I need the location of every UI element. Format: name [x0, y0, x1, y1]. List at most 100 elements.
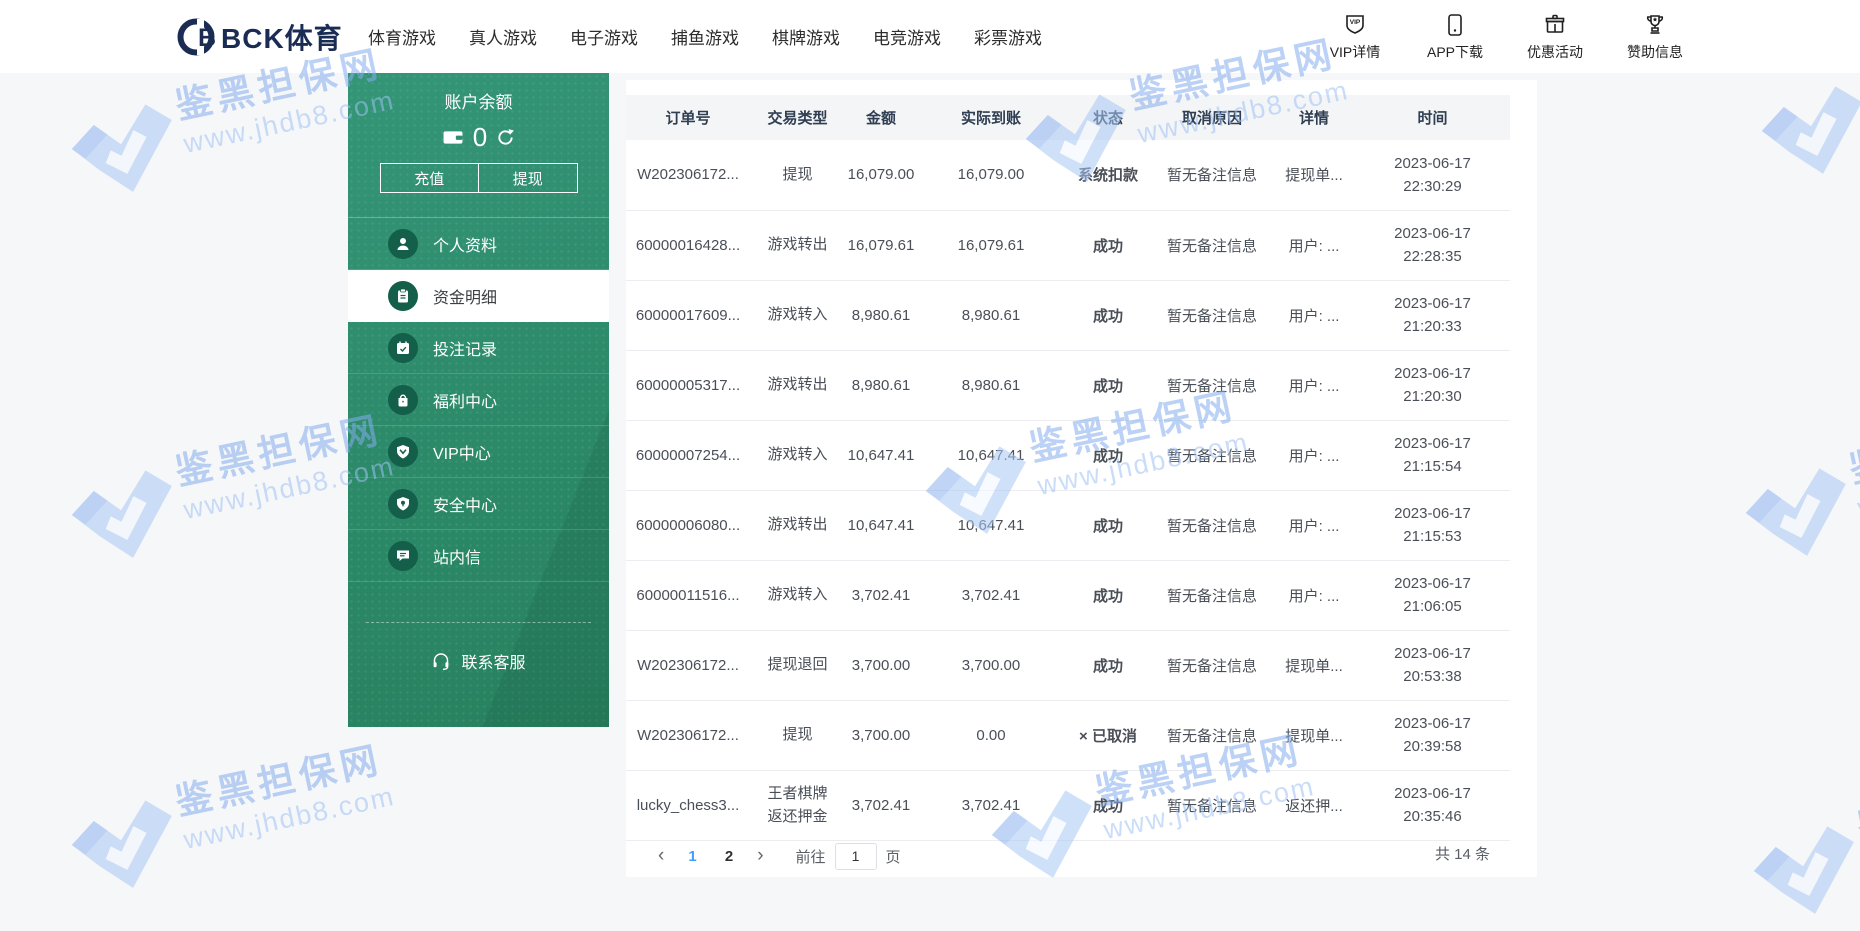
table-row: W202306172... 提现 16,079.00 16,079.00 系统扣… — [626, 140, 1510, 211]
sidebar-item-funds[interactable]: 资金明细 — [348, 270, 609, 322]
cell-amount: 3,700.00 — [845, 630, 917, 701]
sidebar-item-bets[interactable]: 投注记录 — [348, 322, 609, 374]
sidebar-item-vip[interactable]: VIP中心 — [348, 426, 609, 478]
page-button[interactable]: 1 — [676, 848, 708, 865]
cell-amount: 10,647.41 — [845, 420, 917, 491]
nav-item-chess[interactable]: 棋牌游戏 — [772, 24, 840, 49]
table-row: 60000006080... 游戏转出 10,647.41 10,647.41 … — [626, 490, 1510, 561]
cell-status: 成功 — [1065, 420, 1151, 491]
recharge-button[interactable]: 充值 — [381, 164, 479, 192]
table-row: 60000016428... 游戏转出 16,079.61 16,079.61 … — [626, 210, 1510, 281]
goto-page-input[interactable] — [834, 842, 877, 870]
cell-actual-amount: 8,980.61 — [917, 350, 1065, 421]
cell-order-no: 60000006080... — [626, 490, 750, 561]
table-row: 60000017609... 游戏转入 8,980.61 8,980.61 成功… — [626, 280, 1510, 351]
cell-cancel-reason: 暂无备注信息 — [1151, 770, 1273, 841]
contact-support-label: 联系客服 — [461, 655, 526, 672]
sidebar-item-welfare[interactable]: 福利中心 — [348, 374, 609, 426]
cell-actual-amount: 10,647.41 — [917, 490, 1065, 561]
withdraw-button[interactable]: 提现 — [478, 164, 577, 192]
cell-time: 2023-06-17 21:20:30 — [1355, 350, 1510, 421]
wallet-icon — [442, 129, 464, 146]
cell-time: 2023-06-17 20:35:46 — [1355, 770, 1510, 841]
cell-amount: 8,980.61 — [845, 350, 917, 421]
sidebar-item-security[interactable]: 安全中心 — [348, 478, 609, 530]
cell-amount: 16,079.61 — [845, 210, 917, 281]
cell-cancel-reason: 暂无备注信息 — [1151, 560, 1273, 631]
brand-logo[interactable]: B BCK体育 — [176, 0, 343, 73]
sidebar-item-profile[interactable]: 个人资料 — [348, 218, 609, 270]
column-header-amount: 金额 — [845, 95, 917, 140]
nav-item-lottery[interactable]: 彩票游戏 — [974, 24, 1042, 49]
quick-link-label: 优惠活动 — [1527, 44, 1583, 60]
cell-order-no: W202306172... — [626, 700, 750, 771]
cell-order-no: W202306172... — [626, 630, 750, 701]
cell-time: 2023-06-17 21:15:53 — [1355, 490, 1510, 561]
trophy-icon — [1618, 11, 1692, 39]
cell-status: 成功 — [1065, 630, 1151, 701]
cell-order-no: 60000005317... — [626, 350, 750, 421]
nav-item-sports[interactable]: 体育游戏 — [368, 24, 436, 49]
clipboard-icon — [388, 280, 418, 311]
table-body: W202306172... 提现 16,079.00 16,079.00 系统扣… — [626, 140, 1510, 841]
cell-transaction-type: 游戏转入 — [750, 560, 845, 631]
next-page-button[interactable]: › — [745, 845, 775, 867]
cell-actual-amount: 0.00 — [917, 700, 1065, 771]
cell-amount: 10,647.41 — [845, 490, 917, 561]
cell-transaction-type: 提现退回 — [750, 630, 845, 701]
cell-cancel-reason: 暂无备注信息 — [1151, 210, 1273, 281]
quick-link-app-download[interactable]: APP下载 — [1418, 11, 1492, 62]
person-icon — [388, 228, 418, 259]
cell-status: 成功 — [1065, 490, 1151, 561]
sidebar-item-messages[interactable]: 站内信 — [348, 530, 609, 582]
cell-status: 系统扣款 — [1065, 140, 1151, 211]
balance-title: 账户余额 — [444, 93, 513, 112]
cell-transaction-type: 游戏转出 — [750, 210, 845, 281]
cell-transaction-type: 游戏转入 — [750, 420, 845, 491]
quick-link-promotions[interactable]: 优惠活动 — [1518, 11, 1592, 62]
cell-time: 2023-06-17 21:06:05 — [1355, 560, 1510, 631]
cell-status: 成功 — [1065, 560, 1151, 631]
prev-page-button[interactable]: ‹ — [646, 845, 676, 867]
watermark: 鉴黑担保网www.jhdb8.com — [50, 728, 402, 905]
column-header-order: 订单号 — [626, 95, 750, 140]
cell-transaction-type: 游戏转入 — [750, 280, 845, 351]
nav-item-live[interactable]: 真人游戏 — [469, 24, 537, 49]
cell-actual-amount: 16,079.00 — [917, 140, 1065, 211]
cell-order-no: 60000007254... — [626, 420, 750, 491]
page-button[interactable]: 2 — [713, 848, 745, 865]
sidebar-item-label: 资金明细 — [433, 289, 498, 307]
sidebar-item-label: 站内信 — [433, 549, 482, 567]
column-header-cancel-reason: 取消原因 — [1151, 95, 1273, 140]
quick-link-sponsor-info[interactable]: 赞助信息 — [1618, 11, 1692, 62]
column-header-actual: 实际到账 — [917, 95, 1065, 140]
watermark: 鉴黑担保网www.jhdb8.com — [1724, 396, 1860, 573]
balance-box: 账户余额 0 充值 提现 — [348, 73, 609, 218]
cell-time: 2023-06-17 21:15:54 — [1355, 420, 1510, 491]
balance-value: 0 — [472, 122, 488, 152]
sidebar-item-label: 安全中心 — [433, 497, 498, 515]
cell-detail: 用户: ... — [1273, 350, 1355, 421]
nav-item-fishing[interactable]: 捕鱼游戏 — [671, 24, 739, 49]
cell-time: 2023-06-17 22:28:35 — [1355, 210, 1510, 281]
cell-status: 成功 — [1065, 770, 1151, 841]
message-icon — [388, 540, 418, 571]
nav-item-slots[interactable]: 电子游戏 — [570, 24, 638, 49]
cell-amount: 3,702.41 — [845, 560, 917, 631]
cell-time: 2023-06-17 20:53:38 — [1355, 630, 1510, 701]
cell-status: 成功 — [1065, 280, 1151, 351]
nav-item-esports[interactable]: 电竞游戏 — [873, 24, 941, 49]
cell-actual-amount: 3,702.41 — [917, 560, 1065, 631]
headset-icon — [431, 651, 451, 671]
cell-detail: 提现单... — [1273, 630, 1355, 701]
total-count: 共 14 条 — [1434, 846, 1490, 863]
contact-support-button[interactable]: 联系客服 — [348, 649, 609, 673]
cell-cancel-reason: 暂无备注信息 — [1151, 700, 1273, 771]
refresh-icon[interactable] — [496, 128, 515, 147]
quick-link-label: APP下载 — [1426, 44, 1483, 60]
quick-link-vip-details[interactable]: VIP VIP详情 — [1318, 11, 1392, 62]
column-header-status: 状态 — [1065, 95, 1151, 140]
quick-links: VIP VIP详情 APP下载 优惠活动 赞助信息 — [1318, 0, 1692, 73]
top-nav: B BCK体育 体育游戏 真人游戏 电子游戏 捕鱼游戏 棋牌游戏 电竞游戏 彩票… — [0, 0, 1860, 73]
cell-order-no: 60000017609... — [626, 280, 750, 351]
